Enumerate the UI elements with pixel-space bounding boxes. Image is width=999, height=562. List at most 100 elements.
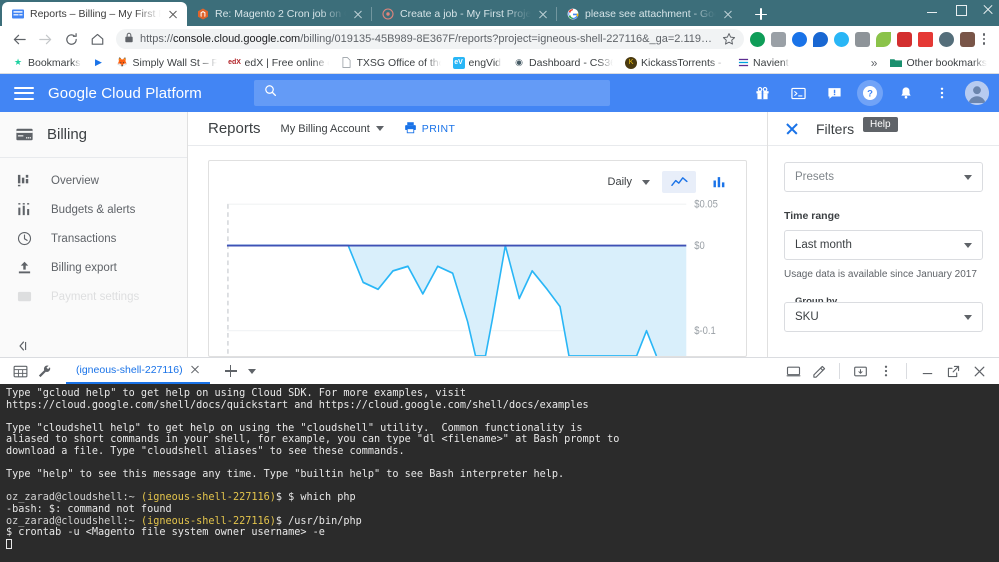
home-button[interactable]	[84, 26, 110, 52]
bookmark-star-icon[interactable]	[722, 32, 736, 46]
dashboard-icon: ◉	[513, 57, 525, 69]
extension-icon-3[interactable]	[813, 32, 828, 47]
address-bar[interactable]: https://console.cloud.google.com/billing…	[116, 29, 744, 49]
browser-tab-0[interactable]: Reports – Billing – My First Proje	[2, 2, 187, 26]
extension-icon-0[interactable]	[750, 32, 765, 47]
close-icon[interactable]	[784, 121, 800, 137]
terminal-output[interactable]: Type "gcloud help" to get help on using …	[0, 384, 999, 562]
back-button[interactable]	[6, 26, 32, 52]
extension-icon-8[interactable]	[918, 32, 933, 47]
minimize-window-button[interactable]	[925, 2, 939, 16]
bookmark-item-simply-wall-st[interactable]: 🦊 Simply Wall St – Pop	[111, 54, 223, 72]
bookmark-label: Other bookmarks	[906, 57, 987, 69]
chevron-down-icon[interactable]	[248, 369, 256, 374]
cloud-shell-icon[interactable]	[785, 80, 811, 106]
lock-icon	[124, 30, 134, 48]
time-range-label: Time range	[784, 210, 983, 222]
bookmark-label: TXSG Office of the St	[357, 57, 441, 69]
browser-tab-title: Reports – Billing – My First Proje	[30, 8, 161, 21]
extension-icon-6[interactable]	[876, 32, 891, 47]
group-by-select[interactable]: SKU	[784, 302, 983, 332]
sidebar-item-budgets-alerts[interactable]: Budgets & alerts	[0, 195, 187, 224]
more-vert-icon[interactable]	[874, 359, 898, 383]
sidebar-item-billing-export[interactable]: Billing export	[0, 253, 187, 282]
line-chart-view-button[interactable]	[662, 171, 696, 193]
sidebar-item-payment-settings[interactable]: Payment settings	[0, 282, 187, 311]
more-vert-icon[interactable]	[929, 80, 955, 106]
expand-icon[interactable]	[941, 359, 965, 383]
chrome-menu-button[interactable]	[975, 29, 993, 49]
grid-icon[interactable]	[8, 359, 32, 383]
filters-title: Filters	[816, 121, 854, 137]
url-text: https://console.cloud.google.com/billing…	[140, 33, 712, 45]
chart-area-fill	[228, 246, 686, 356]
extension-icon-9[interactable]	[939, 32, 954, 47]
search-input[interactable]	[254, 80, 610, 106]
bookmarks-overflow-button[interactable]: »	[864, 56, 885, 70]
sidebar-item-transactions[interactable]: Transactions	[0, 224, 187, 253]
simplywallst-icon: 🦊	[117, 57, 129, 69]
close-icon[interactable]	[352, 8, 364, 20]
extension-icon-10[interactable]	[960, 32, 975, 47]
bookmark-item-txsg[interactable]: TXSG Office of the St	[335, 54, 447, 72]
extension-icon-5[interactable]	[855, 32, 870, 47]
wrench-icon[interactable]	[32, 359, 56, 383]
granularity-selector[interactable]: Daily	[608, 176, 650, 188]
extension-icon-4[interactable]	[834, 32, 849, 47]
shell-session-label: (igneous-shell-227116)	[76, 364, 183, 376]
terminal-prompt-host: oz_zarad@cloudshell:~	[6, 492, 141, 503]
browser-tab-3[interactable]: please see attachment - Google	[557, 2, 742, 26]
terminal-cursor	[6, 539, 12, 549]
bookmark-item-edx[interactable]: edX edX | Free online cou	[223, 54, 335, 72]
terminal-command: -bash: $: command not found	[6, 504, 172, 515]
close-icon[interactable]	[190, 365, 200, 375]
feedback-icon[interactable]	[821, 80, 847, 106]
browser-tab-1[interactable]: Re: Magento 2 Cron job on Goog	[187, 2, 372, 26]
billing-account-selector[interactable]: My Billing Account	[281, 123, 384, 135]
y-tick-label-1: $0	[694, 240, 705, 252]
browser-tab-2[interactable]: Create a job - My First Project - G	[372, 2, 557, 26]
cost-chart[interactable]: $0.05 $0 $-0.1	[219, 195, 736, 356]
close-icon[interactable]	[537, 8, 549, 20]
notifications-icon[interactable]	[893, 80, 919, 106]
extension-icon-2[interactable]	[792, 32, 807, 47]
header-actions: ?	[749, 80, 989, 106]
open-in-new-window-icon[interactable]	[781, 359, 805, 383]
bookmark-item-navient[interactable]: Navient	[731, 54, 795, 72]
bookmark-item-dashboard[interactable]: ◉ Dashboard - CS360 (	[507, 54, 619, 72]
close-window-button[interactable]	[981, 2, 995, 16]
upload-download-icon[interactable]	[848, 359, 872, 383]
shell-session-tab[interactable]: (igneous-shell-227116)	[66, 358, 210, 384]
extension-icon-1[interactable]	[771, 32, 786, 47]
extension-icon-7[interactable]	[897, 32, 912, 47]
bookmark-label: Bookmarks	[28, 57, 81, 69]
bookmark-item-engvid[interactable]: eV engVid	[447, 54, 508, 72]
bookmark-item-play[interactable]: ▶	[87, 54, 111, 72]
close-icon[interactable]	[167, 8, 179, 20]
time-range-select[interactable]: Last month	[784, 230, 983, 260]
help-icon[interactable]: ?	[857, 80, 883, 106]
sidebar-item-overview[interactable]: Overview	[0, 166, 187, 195]
bar-chart-view-button[interactable]	[702, 171, 736, 193]
add-shell-session-button[interactable]	[220, 360, 242, 382]
reload-button[interactable]	[58, 26, 84, 52]
engvid-icon: eV	[453, 57, 465, 69]
close-icon[interactable]	[722, 8, 734, 20]
avatar[interactable]	[965, 81, 989, 105]
gift-icon[interactable]	[749, 80, 775, 106]
edit-icon[interactable]	[807, 359, 831, 383]
collapse-sidebar-button[interactable]	[12, 335, 34, 357]
close-icon[interactable]	[967, 359, 991, 383]
terminal-block-2: Type "cloudshell help" to get help on us…	[6, 423, 619, 457]
other-bookmarks-button[interactable]: Other bookmarks	[884, 54, 993, 72]
bookmark-item-bookmarks[interactable]: ★ Bookmarks	[6, 54, 87, 72]
forward-button[interactable]	[32, 26, 58, 52]
group-by-field: Group by SKU	[784, 302, 983, 332]
print-button[interactable]: PRINT	[404, 121, 456, 137]
presets-select[interactable]: Presets	[784, 162, 983, 192]
main-menu-icon[interactable]	[10, 79, 38, 107]
minimize-icon[interactable]	[915, 359, 939, 383]
bookmark-item-kickasstorrents[interactable]: K KickassTorrents - Do	[619, 54, 731, 72]
new-tab-button[interactable]	[748, 3, 774, 25]
maximize-window-button[interactable]	[953, 2, 967, 16]
